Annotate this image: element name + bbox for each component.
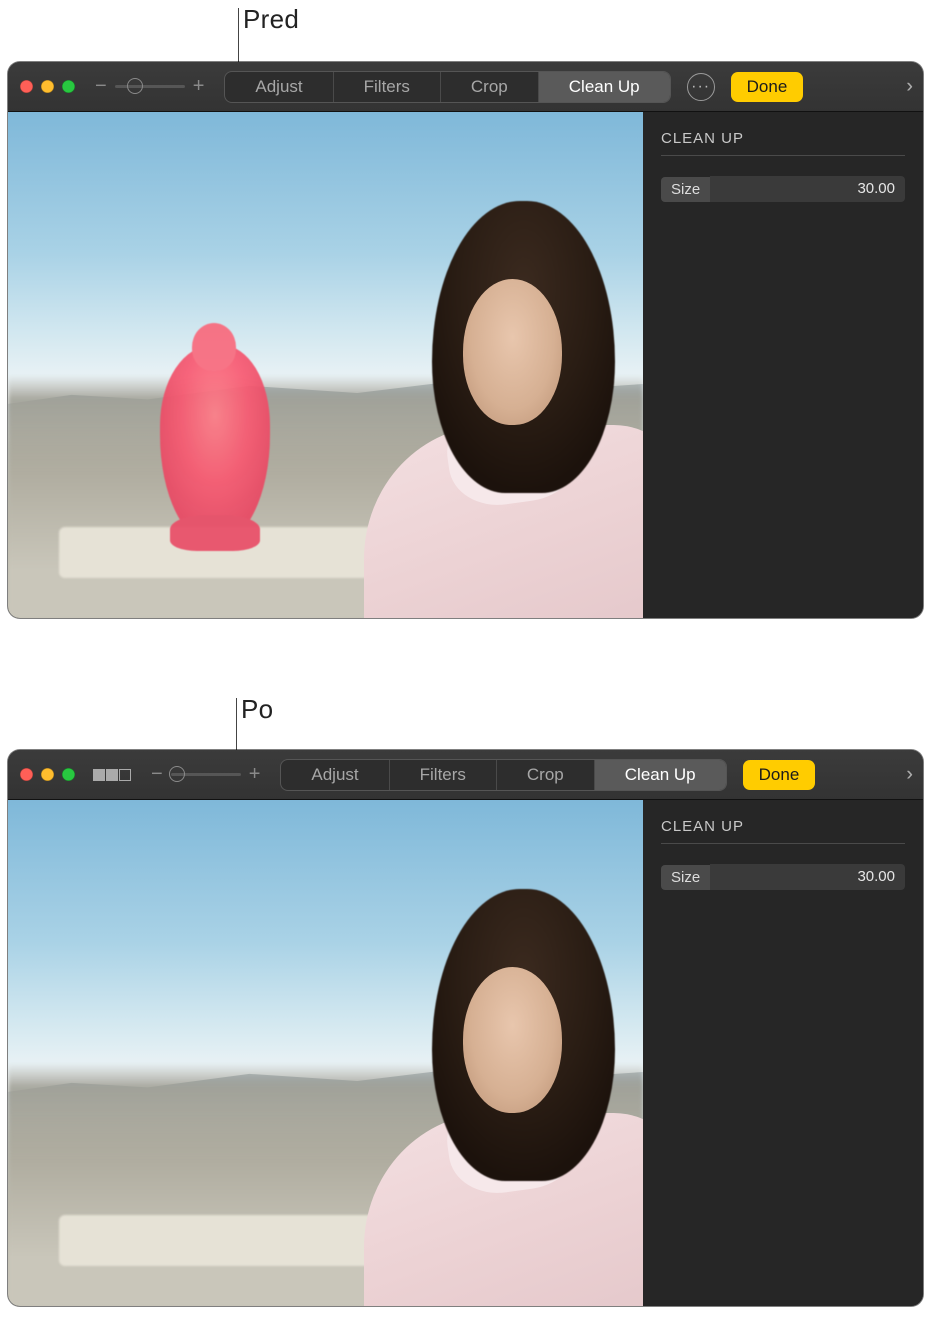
- done-button[interactable]: Done: [731, 72, 804, 102]
- zoom-out-icon[interactable]: −: [95, 75, 107, 98]
- photo-subject: [287, 851, 643, 1306]
- sidebar-title: CLEAN UP: [661, 818, 905, 844]
- compare-right-icon: [119, 769, 131, 781]
- photo-subject: [287, 163, 643, 618]
- minimize-window-button[interactable]: [41, 768, 54, 781]
- close-window-button[interactable]: [20, 80, 33, 93]
- zoom-in-icon[interactable]: +: [249, 763, 261, 786]
- window-controls: [20, 768, 75, 781]
- more-options-button[interactable]: ···: [687, 73, 715, 101]
- zoom-slider[interactable]: − +: [151, 763, 260, 786]
- tab-adjust[interactable]: Adjust: [281, 760, 389, 790]
- tab-cleanup[interactable]: Clean Up: [539, 72, 670, 102]
- fullscreen-window-button[interactable]: [62, 80, 75, 93]
- photo-canvas[interactable]: [8, 800, 643, 1306]
- cleanup-sidebar: CLEAN UP Size 30.00: [643, 800, 923, 1306]
- brush-size-label: Size: [661, 865, 710, 890]
- done-button[interactable]: Done: [743, 760, 816, 790]
- compare-divider-icon: [106, 769, 118, 781]
- window-controls: [20, 80, 75, 93]
- tab-filters[interactable]: Filters: [390, 760, 497, 790]
- photos-edit-window-before: − + Adjust Filters Crop Clean Up ··· Don…: [8, 62, 923, 618]
- zoom-slider-knob[interactable]: [127, 78, 143, 94]
- zoom-in-icon[interactable]: +: [193, 75, 205, 98]
- edit-mode-tabs: Adjust Filters Crop Clean Up: [224, 71, 670, 103]
- callout-before-label: Pred: [243, 4, 299, 35]
- cleanup-sidebar: CLEAN UP Size 30.00: [643, 112, 923, 618]
- toolbar: − + Adjust Filters Crop Clean Up ··· Don…: [8, 62, 923, 112]
- sidebar-title: CLEAN UP: [661, 130, 905, 156]
- brush-size-value: 30.00: [857, 868, 895, 885]
- tab-adjust[interactable]: Adjust: [225, 72, 333, 102]
- compare-before-after-button[interactable]: [93, 769, 131, 781]
- callout-after-label: Po: [241, 694, 273, 725]
- tab-crop[interactable]: Crop: [441, 72, 539, 102]
- compare-left-icon: [93, 769, 105, 781]
- zoom-out-icon[interactable]: −: [151, 763, 163, 786]
- brush-size-slider[interactable]: 30.00: [710, 864, 905, 890]
- fullscreen-window-button[interactable]: [62, 768, 75, 781]
- zoom-slider-knob[interactable]: [169, 766, 185, 782]
- toolbar-overflow-icon[interactable]: ››: [906, 76, 911, 98]
- edit-mode-tabs: Adjust Filters Crop Clean Up: [280, 759, 726, 791]
- brush-size-row: Size 30.00: [661, 176, 905, 202]
- brush-size-slider[interactable]: 30.00: [710, 176, 905, 202]
- tab-cleanup[interactable]: Clean Up: [595, 760, 726, 790]
- close-window-button[interactable]: [20, 768, 33, 781]
- brush-size-row: Size 30.00: [661, 864, 905, 890]
- zoom-slider[interactable]: − +: [95, 75, 204, 98]
- photos-edit-window-after: − + Adjust Filters Crop Clean Up Done ››: [8, 750, 923, 1306]
- brush-size-label: Size: [661, 177, 710, 202]
- minimize-window-button[interactable]: [41, 80, 54, 93]
- toolbar: − + Adjust Filters Crop Clean Up Done ››: [8, 750, 923, 800]
- toolbar-overflow-icon[interactable]: ››: [906, 764, 911, 786]
- tab-crop[interactable]: Crop: [497, 760, 595, 790]
- photo-canvas[interactable]: [8, 112, 643, 618]
- brush-size-value: 30.00: [857, 180, 895, 197]
- tab-filters[interactable]: Filters: [334, 72, 441, 102]
